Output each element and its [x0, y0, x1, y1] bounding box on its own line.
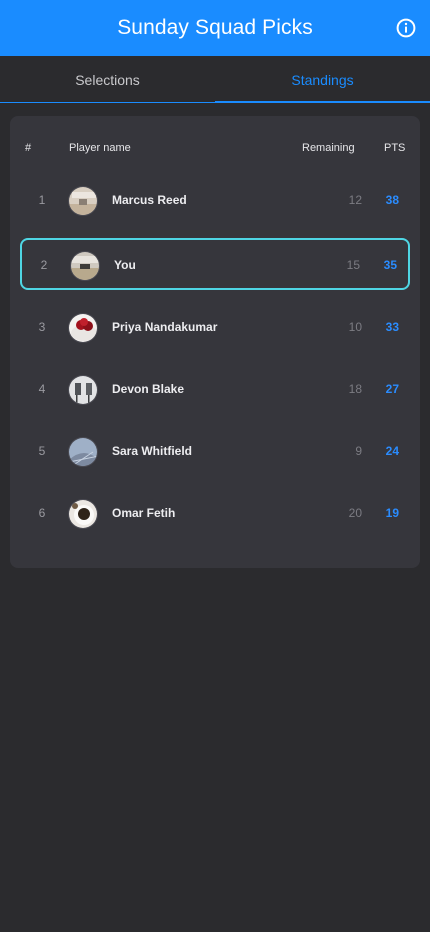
table-row[interactable]: 1 Marcus Reed 12 38: [20, 175, 410, 227]
standings-card: # Player name Remaining PTS 1 Marcus Ree…: [10, 116, 420, 568]
avatar-photo-berries-icon: [69, 314, 97, 342]
column-header-rank: #: [25, 142, 32, 154]
table-row[interactable]: 5 Sara Whitfield 9 24: [20, 426, 410, 478]
pts-value: 38: [385, 193, 399, 207]
row-rank: 6: [38, 506, 46, 520]
remaining-value: 12: [348, 193, 362, 207]
row-rank: 4: [38, 382, 46, 396]
avatar: [68, 499, 98, 529]
tab-standings-label: Standings: [291, 71, 354, 88]
pts-value: 35: [383, 258, 397, 272]
pts-value: 24: [385, 444, 399, 458]
app-header: Sunday Squad Picks: [0, 0, 430, 56]
remaining-value: 20: [348, 506, 362, 520]
avatar: [68, 375, 98, 405]
player-name: You: [114, 258, 136, 272]
player-name: Devon Blake: [112, 382, 185, 396]
tab-selections[interactable]: Selections: [0, 56, 215, 103]
remaining-value: 15: [346, 258, 360, 272]
column-header-remaining: Remaining: [302, 142, 355, 154]
avatar-photo-dome-icon: [69, 438, 97, 466]
table-row[interactable]: 3 Priya Nandakumar 10 33: [20, 302, 410, 354]
row-rank: 2: [40, 258, 48, 272]
tab-selections-label: Selections: [75, 71, 140, 88]
page-title: Sunday Squad Picks: [117, 16, 313, 39]
avatar: [70, 251, 100, 281]
player-name: Omar Fetih: [112, 506, 176, 520]
table-row[interactable]: 6 Omar Fetih 20 19: [20, 488, 410, 540]
tab-divider-line: [0, 102, 215, 103]
avatar: [68, 437, 98, 467]
player-name: Marcus Reed: [112, 193, 187, 207]
pts-value: 19: [385, 506, 399, 520]
avatar-photo-beach-icon: [71, 252, 99, 280]
remaining-value: 10: [348, 320, 362, 334]
table-row[interactable]: 4 Devon Blake 18 27: [20, 364, 410, 416]
avatar-photo-chairs-icon: [69, 376, 97, 404]
column-header-pts: PTS: [384, 142, 406, 154]
pts-value: 33: [385, 320, 399, 334]
row-rank: 5: [38, 444, 46, 458]
player-name: Priya Nandakumar: [112, 320, 218, 334]
remaining-value: 18: [348, 382, 362, 396]
remaining-value: 9: [355, 444, 362, 458]
avatar-photo-coffee-icon: [69, 500, 97, 528]
tab-standings[interactable]: Standings: [215, 56, 430, 103]
app-root: Sunday Squad Picks Selections Standings …: [0, 0, 430, 932]
avatar-photo-sand-icon: [69, 187, 97, 215]
tab-bar: Selections Standings: [0, 56, 430, 103]
avatar: [68, 313, 98, 343]
avatar: [68, 186, 98, 216]
pts-value: 27: [385, 382, 399, 396]
info-icon[interactable]: [396, 18, 416, 38]
active-tab-indicator: [215, 101, 430, 103]
table-row-current-user[interactable]: 2 You 15 35: [20, 238, 410, 290]
player-name: Sara Whitfield: [112, 444, 193, 458]
row-rank: 1: [38, 193, 46, 207]
column-header-player-name: Player name: [69, 142, 131, 154]
row-rank: 3: [38, 320, 46, 334]
